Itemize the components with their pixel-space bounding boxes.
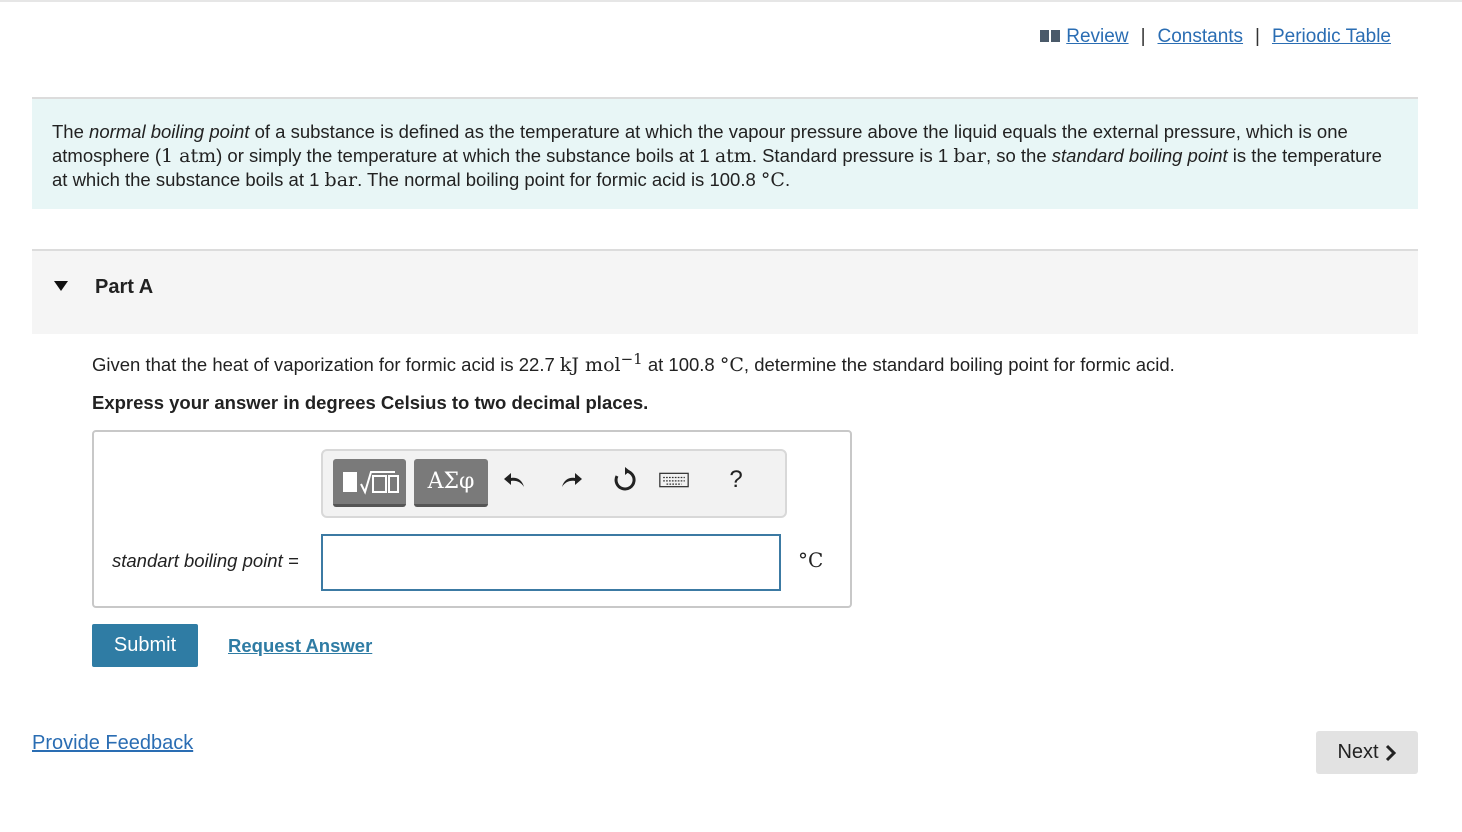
intro-math: 1 atm — [161, 145, 217, 167]
templates-icon — [342, 470, 399, 495]
top-divider — [0, 0, 1462, 2]
provide-feedback-link[interactable]: Provide Feedback — [32, 732, 193, 755]
greek-symbols-button[interactable]: ΑΣφ — [414, 459, 488, 507]
part-title: Part A — [95, 276, 154, 298]
intro-emphasis: standard boiling point — [1051, 145, 1228, 166]
next-label: Next — [1337, 741, 1379, 763]
reset-icon[interactable] — [610, 465, 640, 495]
intro-text: , so the — [985, 145, 1052, 166]
submit-button[interactable]: Submit — [92, 624, 198, 667]
constants-link[interactable]: Constants — [1158, 26, 1244, 48]
answer-instruction: Express your answer in degrees Celsius t… — [92, 392, 649, 413]
review-link[interactable]: Review — [1066, 26, 1128, 48]
answer-unit: °C — [798, 548, 824, 572]
next-button[interactable]: Next — [1316, 731, 1418, 774]
help-icon[interactable]: ? — [721, 465, 751, 495]
intro-text: . — [784, 169, 791, 190]
intro-math: bar — [324, 169, 358, 191]
resource-links: Review | Constants | Periodic Table — [1040, 26, 1391, 48]
collapse-triangle-icon[interactable] — [54, 281, 68, 291]
answer-box: ΑΣφ ? standart boiling point = °C — [92, 430, 852, 608]
intro-text: ) or simply the temperature at which the… — [216, 145, 715, 166]
question-segment: at 100.8 — [642, 354, 720, 376]
question-superscript: −1 — [620, 350, 643, 368]
request-answer-link[interactable]: Request Answer — [228, 635, 372, 657]
intro-emphasis: normal boiling point — [89, 121, 250, 142]
link-separator: | — [1255, 26, 1260, 47]
math-toolbar: ΑΣφ ? — [321, 449, 787, 518]
answer-label: standart boiling point = — [112, 550, 299, 571]
question-math: °C — [719, 354, 744, 377]
question-segment: , determine the standard boiling point f… — [743, 354, 1175, 376]
keyboard-icon[interactable] — [659, 465, 689, 495]
intro-text: . The normal boiling point for formic ac… — [357, 169, 761, 190]
question-segment: Given that the heat of vaporization for … — [92, 354, 560, 376]
intro-math: bar — [953, 145, 986, 167]
undo-icon[interactable] — [500, 465, 530, 495]
chevron-right-icon — [1385, 744, 1396, 761]
intro-text: . Standard pressure is 1 — [751, 145, 954, 166]
link-separator: | — [1140, 26, 1146, 47]
redo-icon[interactable] — [556, 465, 586, 495]
part-header[interactable]: Part A — [32, 249, 1418, 334]
intro-panel: The normal boiling point of a substance … — [32, 97, 1418, 209]
intro-math: °C — [760, 169, 785, 191]
intro-text: The — [52, 121, 90, 142]
intro-math: atm — [714, 145, 752, 167]
templates-button[interactable] — [333, 459, 406, 507]
answer-input[interactable] — [321, 534, 781, 591]
periodic-table-link[interactable]: Periodic Table — [1272, 26, 1391, 48]
question-text: Given that the heat of vaporization for … — [92, 350, 1175, 376]
book-icon — [1040, 30, 1061, 44]
question-math: kJ mol — [559, 354, 621, 377]
